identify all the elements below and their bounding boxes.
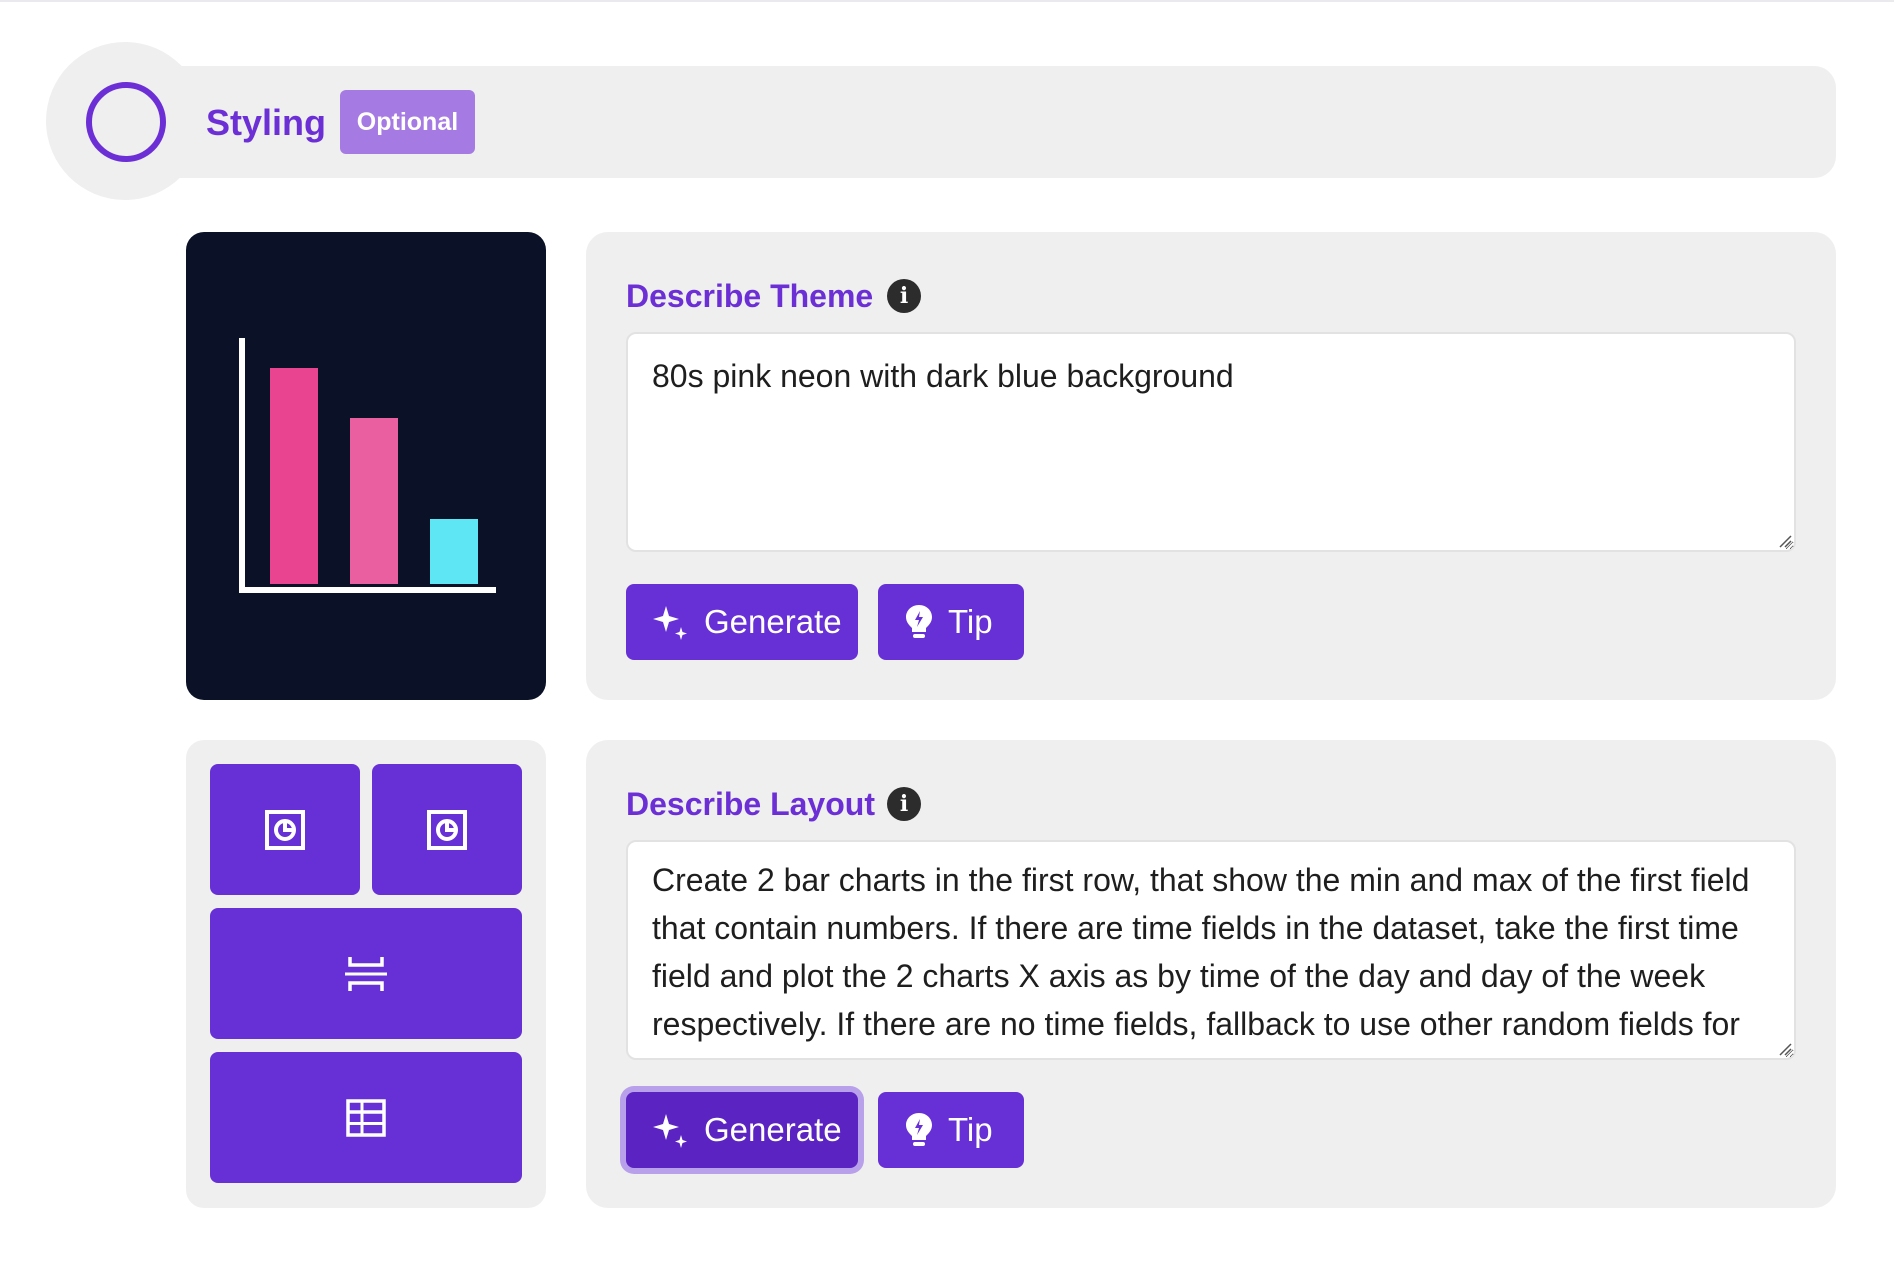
step-indicator xyxy=(46,42,204,200)
generate-label: Generate xyxy=(704,603,842,640)
resize-handle-icon[interactable] xyxy=(1778,534,1792,548)
theme-preview-chart xyxy=(239,338,496,593)
tip-layout-button[interactable]: Tip xyxy=(878,1092,1024,1168)
resize-handle-icon[interactable] xyxy=(1778,1042,1792,1056)
sparkle-icon xyxy=(653,606,687,640)
lightbulb-icon xyxy=(906,605,932,638)
preview-bar-2 xyxy=(350,418,398,584)
generate-label: Generate xyxy=(704,1111,842,1148)
info-icon[interactable]: i xyxy=(887,787,921,821)
generate-theme-button[interactable]: Generate xyxy=(626,584,858,660)
sparkle-icon xyxy=(653,1114,687,1148)
generate-layout-button[interactable]: Generate xyxy=(626,1092,858,1168)
theme-textarea[interactable]: 80s pink neon with dark blue background xyxy=(626,332,1796,552)
tip-label: Tip xyxy=(948,603,993,640)
layout-cell-table[interactable] xyxy=(210,1052,522,1183)
theme-card-title: Describe Theme xyxy=(626,278,874,314)
theme-card: Describe Theme i 80s pink neon with dark… xyxy=(586,232,1836,700)
preview-bar-3 xyxy=(430,519,478,584)
optional-badge: Optional xyxy=(340,90,475,154)
pie-chart-icon xyxy=(265,809,305,850)
section-title: Styling xyxy=(206,102,327,143)
lightbulb-icon xyxy=(906,1113,932,1146)
layout-cell-pie-1[interactable] xyxy=(210,764,360,895)
layout-textarea[interactable]: Create 2 bar charts in the first row, th… xyxy=(626,840,1796,1060)
preview-bar-1 xyxy=(270,368,318,584)
layout-preview xyxy=(186,740,546,1208)
theme-preview xyxy=(186,232,546,700)
layout-card: Describe Layout i Create 2 bar charts in… xyxy=(586,740,1836,1208)
kpi-separator-icon xyxy=(345,956,387,991)
tip-label: Tip xyxy=(948,1111,993,1148)
pie-chart-icon xyxy=(427,809,467,850)
top-divider xyxy=(0,0,1894,2)
layout-card-title: Describe Layout xyxy=(626,786,875,822)
table-icon xyxy=(346,1098,386,1137)
info-icon[interactable]: i xyxy=(887,279,921,313)
layout-cell-pie-2[interactable] xyxy=(372,764,522,895)
step-circle-icon xyxy=(86,82,166,162)
tip-theme-button[interactable]: Tip xyxy=(878,584,1024,660)
layout-cell-kpi[interactable] xyxy=(210,908,522,1039)
